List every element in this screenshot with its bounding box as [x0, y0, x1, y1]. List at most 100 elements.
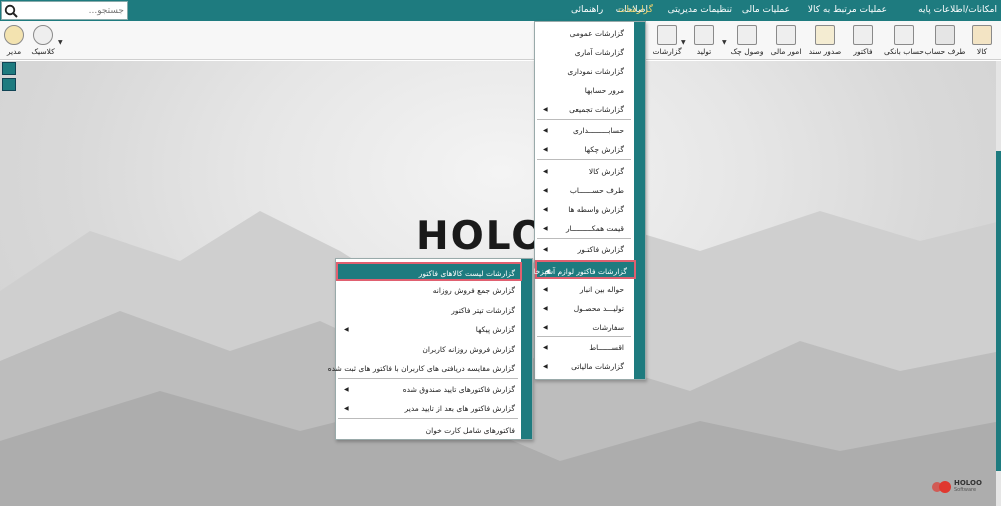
reports-menu-item[interactable]: گزارشات عمومی: [535, 24, 633, 43]
reports-menu-item[interactable]: گزارش واسطه ها ◀: [535, 200, 633, 219]
scroll-thumb[interactable]: [996, 151, 1001, 471]
kitchen-report-item[interactable]: گزارش مقایسه دریافتی های کاربران با فاکت…: [328, 359, 520, 378]
envelope-icon: [737, 25, 757, 45]
kitchen-report-item[interactable]: گزارشات تیتر فاکتور: [336, 301, 520, 320]
reports-menu-item[interactable]: حواله بین انبار ◀: [535, 280, 633, 299]
chevron-left-icon: ◀: [543, 344, 548, 351]
menu-item-label: سفارشات: [592, 323, 624, 332]
chevron-left-icon: ◀: [543, 324, 548, 331]
reports-menu-item[interactable]: گزارشات تجمیعی ◀: [535, 100, 633, 119]
menu-item-label: گزارش واسطه ها: [568, 205, 624, 214]
reports-menu-item[interactable]: طرف حســــــاب ◀: [535, 181, 633, 200]
toolbar-classic-button[interactable]: کلاسیک ▼: [31, 23, 63, 59]
chevron-left-icon: ◀: [344, 405, 349, 412]
menu-item-label: حواله بین انبار: [579, 285, 624, 294]
toolbar-voucher-button[interactable]: صدور سند: [808, 23, 842, 59]
toolbar-admin-button[interactable]: مدیر: [4, 23, 24, 59]
kitchen-report-item[interactable]: گزارش فاکتورهای تایید صندوق شده ◀: [336, 380, 520, 399]
kitchen-report-item[interactable]: گزارش فاکتور های بعد از تایید مدیر ◀: [336, 399, 520, 418]
menu-financial[interactable]: عملیات مالی: [742, 0, 790, 21]
toolbar-invoice-button[interactable]: فاکتور: [848, 23, 878, 59]
toolbar-item-button[interactable]: کالا: [968, 23, 996, 59]
box-icon: [972, 25, 992, 45]
logo-subtext: Software: [954, 487, 977, 493]
menu-basic-info[interactable]: امکانات/اطلاعات پایه: [918, 0, 997, 21]
document-icon: [815, 25, 835, 45]
kitchen-report-item[interactable]: گزارش جمع فروش روزانه: [336, 281, 520, 300]
chevron-down-icon[interactable]: ▼: [722, 39, 727, 46]
reports-menu-item[interactable]: اقســــــاط ◀: [535, 338, 633, 357]
invoice-icon: [853, 25, 873, 45]
chevron-left-icon: ◀: [543, 246, 548, 253]
chevron-left-icon: ◀: [543, 106, 548, 113]
reports-menu-item[interactable]: مرور حسابها: [535, 81, 633, 100]
reports-menu-item[interactable]: گزارشات آماری: [535, 43, 633, 62]
menu-bar: امکانات/اطلاعات پایه عملیات مرتبط به کال…: [0, 0, 1001, 21]
chevron-left-icon: ◀: [543, 127, 548, 134]
menu-help[interactable]: راهنمائی: [571, 0, 603, 21]
menu-item-label: گزارشات تجمیعی: [569, 105, 624, 114]
menu-separator: [537, 159, 631, 160]
chevron-left-icon: ◀: [543, 286, 548, 293]
reports-menu-item[interactable]: تولیـــد محصـول ◀: [535, 299, 633, 318]
finance-icon: [776, 25, 796, 45]
kitchen-report-item[interactable]: گزارش پیکها ◀: [336, 320, 520, 339]
menu-item-label: گزارش کالا: [588, 167, 624, 176]
reports-menu-item[interactable]: گزارشات نموداری: [535, 62, 633, 81]
menu-item-label: قیمت همکـــــــــار: [565, 224, 624, 233]
menu-admin-settings[interactable]: تنظیمات مدیریتی: [668, 0, 732, 21]
reports-menu-item[interactable]: گزارشات مالیاتی ◀: [535, 357, 633, 376]
kitchen-report-item[interactable]: فاکتورهای شامل کارت خوان: [336, 421, 520, 440]
kitchen-report-item[interactable]: گزارش فروش روزانه کاربران: [336, 340, 520, 359]
toolbar-production-button[interactable]: تولید ▼: [681, 23, 718, 59]
reports-menu: گزارشات عمومی گزارشات آماری گزارشات نمودار…: [527, 21, 646, 380]
menu-item-label: گزارش فاکتور های بعد از تایید مدیر: [404, 404, 515, 413]
menu-separator: [537, 119, 631, 120]
logo-icon: [932, 481, 951, 493]
toolbar-account-button[interactable]: طرف حساب: [925, 23, 965, 59]
menu-item-label: گزارشات عمومی: [569, 29, 624, 38]
reports-menu-item[interactable]: گزارشات فاکتور لوازم آشپزخانه ◀: [527, 260, 636, 279]
scrollbar[interactable]: [996, 61, 1001, 506]
chevron-left-icon: ◀: [543, 206, 548, 213]
menu-item-label: گزارش جمع فروش روزانه: [432, 286, 515, 295]
menu-item-label: طرف حســــــاب: [569, 186, 624, 195]
menu-item-label: مرور حسابها: [584, 86, 624, 95]
search-box[interactable]: [1, 1, 128, 20]
menu-item-label: گزارشات لیست کالاهای فاکتور: [418, 269, 515, 278]
chevron-left-icon: ◀: [344, 386, 349, 393]
chevron-down-icon[interactable]: ▼: [58, 39, 63, 46]
menu-item-ops[interactable]: عملیات مرتبط به کالا: [808, 0, 887, 21]
search-input[interactable]: [20, 4, 124, 18]
bank-icon: [894, 25, 914, 45]
reports-menu-item[interactable]: گزارش فاکتـور ◀: [535, 240, 633, 259]
palette-icon: [33, 25, 53, 45]
reports-menu-item[interactable]: حسابـــــــــداری ◀: [535, 121, 633, 140]
menu-item-label: گزارش پیکها: [475, 325, 515, 334]
menu-separator: [338, 378, 518, 379]
kitchen-report-item[interactable]: گزارشات لیست کالاهای فاکتور: [336, 262, 522, 281]
menu-item-label: گزارش مقایسه دریافتی های کاربران با فاکت…: [327, 364, 515, 373]
menu-item-label: گزارشات تیتر فاکتور: [451, 306, 515, 315]
chevron-left-icon: ◀: [543, 363, 548, 370]
menu-separator: [338, 418, 518, 419]
reports-menu-item[interactable]: گزارش کالا ◀: [535, 162, 633, 181]
info-icon[interactable]: [2, 62, 16, 75]
reports-menu-item[interactable]: گزارش چکها ◀: [535, 140, 633, 159]
search-icon[interactable]: [4, 4, 18, 18]
menu-reports[interactable]: گزارشات: [618, 0, 653, 21]
holo-watermark: HOLO: [416, 214, 547, 259]
menu-item-label: گزارشات نموداری: [567, 67, 624, 76]
toolbar-finance-button[interactable]: امور مالی: [770, 23, 802, 59]
toolbar-reports-button[interactable]: گزارشات: [652, 23, 682, 59]
chevron-left-icon: ◀: [344, 326, 349, 333]
menu-item-label: تولیـــد محصـول: [573, 304, 624, 313]
toolbar-cheque-button[interactable]: وصول چک ▼: [722, 23, 764, 59]
user-icon[interactable]: [2, 78, 16, 91]
chevron-left-icon: ◀: [545, 268, 550, 275]
menu-item-label: گزارش فاکتـور: [577, 245, 624, 254]
reports-menu-item[interactable]: قیمت همکـــــــــار ◀: [535, 219, 633, 238]
reports-menu-item[interactable]: سفارشات ◀: [535, 318, 633, 337]
toolbar-bank-button[interactable]: حساب بانکی: [884, 23, 924, 59]
menu-item-label: گزارشات آماری: [574, 48, 624, 57]
